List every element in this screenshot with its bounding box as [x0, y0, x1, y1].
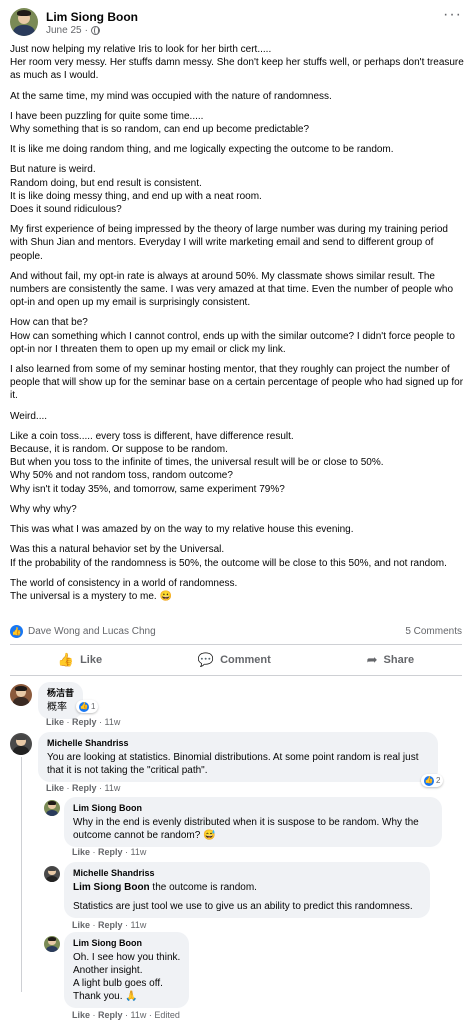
share-icon: ➦ — [366, 652, 378, 667]
comment-actions: Like · Reply · 11w — [46, 783, 121, 793]
comment-time[interactable]: 11w — [105, 783, 121, 793]
replier-name[interactable]: Lim Siong Boon — [73, 802, 433, 815]
replier-name[interactable]: Michelle Shandriss — [73, 867, 421, 880]
action-bar: 👍 Like 💬 Comment ➦ Share — [10, 648, 462, 672]
mentioned-user[interactable]: Lim Siong Boon — [73, 882, 150, 893]
post-paragraph: Weird.... — [10, 410, 48, 422]
share-button[interactable]: ➦ Share — [367, 652, 414, 668]
post-paragraph: Why why why? — [10, 503, 77, 515]
comment-like-link[interactable]: Like — [46, 717, 64, 727]
reply-actions: Like · Reply · 11w · Edited — [72, 1010, 180, 1020]
post-header: Lim Siong Boon June 25 · ··· — [10, 6, 462, 40]
post-paragraph: The world of consistency in a world of r… — [10, 577, 238, 602]
replier-avatar[interactable] — [44, 866, 60, 882]
reply-time[interactable]: 11w — [131, 920, 147, 930]
comment-actions: Like · Reply · 11w — [46, 717, 121, 727]
post-paragraph: But nature is weird. Random doing, but e… — [10, 164, 262, 216]
post-body: Just now helping my relative Iris to loo… — [10, 43, 466, 610]
reply-time[interactable]: 11w — [131, 1010, 147, 1020]
replier-avatar[interactable] — [44, 800, 60, 816]
post-paragraph: My first experience of being impressed b… — [10, 224, 448, 262]
reaction-names[interactable]: Dave Wong and Lucas Chng — [28, 626, 156, 637]
post-paragraph: Just now helping my relative Iris to loo… — [10, 44, 464, 82]
reply-like-link[interactable]: Like — [72, 920, 90, 930]
reply-bubble: Lim Siong Boon Why in the end is evenly … — [64, 797, 442, 847]
comment-reply-link[interactable]: Reply — [72, 783, 97, 793]
post-paragraph: This was what I was amazed by on the way… — [10, 524, 354, 536]
comment-button[interactable]: 💬 Comment — [198, 652, 271, 668]
post-paragraph: At the same time, my mind was occupied w… — [10, 90, 332, 102]
more-horizontal-icon[interactable]: ··· — [443, 7, 462, 23]
comment-reaction[interactable]: 👍 2 — [421, 774, 444, 787]
like-reaction-icon: 👍 — [79, 701, 89, 712]
comment-text: 概率 — [47, 702, 67, 713]
post-paragraph: Was this a natural behavior set by the U… — [10, 544, 447, 569]
post-paragraph: Like a coin toss..... every toss is diff… — [10, 430, 384, 495]
reply-like-link[interactable]: Like — [72, 847, 90, 857]
divider — [10, 675, 462, 676]
post-paragraph: It is like me doing random thing, and me… — [10, 144, 394, 156]
author-name[interactable]: Lim Siong Boon — [46, 10, 138, 24]
reactions-bar: 👍 Dave Wong and Lucas Chng 5 Comments — [10, 624, 462, 640]
reply-like-link[interactable]: Like — [72, 1010, 90, 1020]
post-paragraph: I also learned from some of my seminar h… — [10, 364, 464, 402]
thread-line — [21, 757, 22, 992]
reply-text: Why in the end is evenly distributed whe… — [73, 817, 419, 841]
author-avatar[interactable] — [10, 8, 38, 36]
reply-text: Oh. I see how you think. Another insight… — [73, 952, 181, 1002]
comment-reaction[interactable]: 👍 1 — [76, 700, 99, 713]
reply-reply-link[interactable]: Reply — [98, 847, 123, 857]
comment-bubble: Michelle Shandriss You are looking at st… — [38, 732, 438, 782]
commenter-avatar[interactable] — [10, 733, 32, 755]
post-paragraph: And without fail, my opt-in rate is alwa… — [10, 270, 454, 309]
reply-reply-link[interactable]: Reply — [98, 920, 123, 930]
divider — [10, 644, 462, 645]
reply-reply-link[interactable]: Reply — [98, 1010, 123, 1020]
post-meta: June 25 · — [46, 25, 100, 36]
reply-actions: Like · Reply · 11w — [72, 920, 147, 930]
comment-reply-link[interactable]: Reply — [72, 717, 97, 727]
globe-icon — [90, 26, 100, 35]
reply-time[interactable]: 11w — [131, 847, 147, 857]
like-reaction-icon: 👍 — [10, 625, 23, 638]
commenter-name[interactable]: 杨洁昔 — [47, 687, 74, 700]
comments-count[interactable]: 5 Comments — [405, 626, 462, 637]
comment-like-link[interactable]: Like — [46, 783, 64, 793]
commenter-avatar[interactable] — [10, 684, 32, 706]
comment-time[interactable]: 11w — [105, 717, 121, 727]
replier-name[interactable]: Lim Siong Boon — [73, 937, 180, 950]
reply-text: Statistics are just tool we use to give … — [73, 901, 413, 912]
like-reaction-icon: 👍 — [424, 775, 434, 786]
commenter-name[interactable]: Michelle Shandriss — [47, 737, 429, 750]
comment-bubble: 杨洁昔 概率 — [38, 682, 84, 719]
reply-text: the outcome is random. — [149, 882, 257, 893]
reply-actions: Like · Reply · 11w — [72, 847, 147, 857]
edited-label: Edited — [154, 1010, 180, 1020]
reply-bubble: Michelle Shandriss Lim Siong Boon the ou… — [64, 862, 430, 918]
comment-text: You are looking at statistics. Binomial … — [47, 752, 419, 776]
like-button[interactable]: 👍 Like — [58, 652, 102, 668]
post-date[interactable]: June 25 — [46, 25, 82, 36]
post-paragraph: How can that be? How can something which… — [10, 317, 455, 355]
replier-avatar[interactable] — [44, 936, 60, 952]
post-paragraph: I have been puzzling for quite some time… — [10, 110, 310, 136]
reply-bubble: Lim Siong Boon Oh. I see how you think. … — [64, 932, 190, 1008]
comment-icon: 💬 — [197, 652, 215, 667]
thumbs-up-icon: 👍 — [57, 652, 75, 667]
